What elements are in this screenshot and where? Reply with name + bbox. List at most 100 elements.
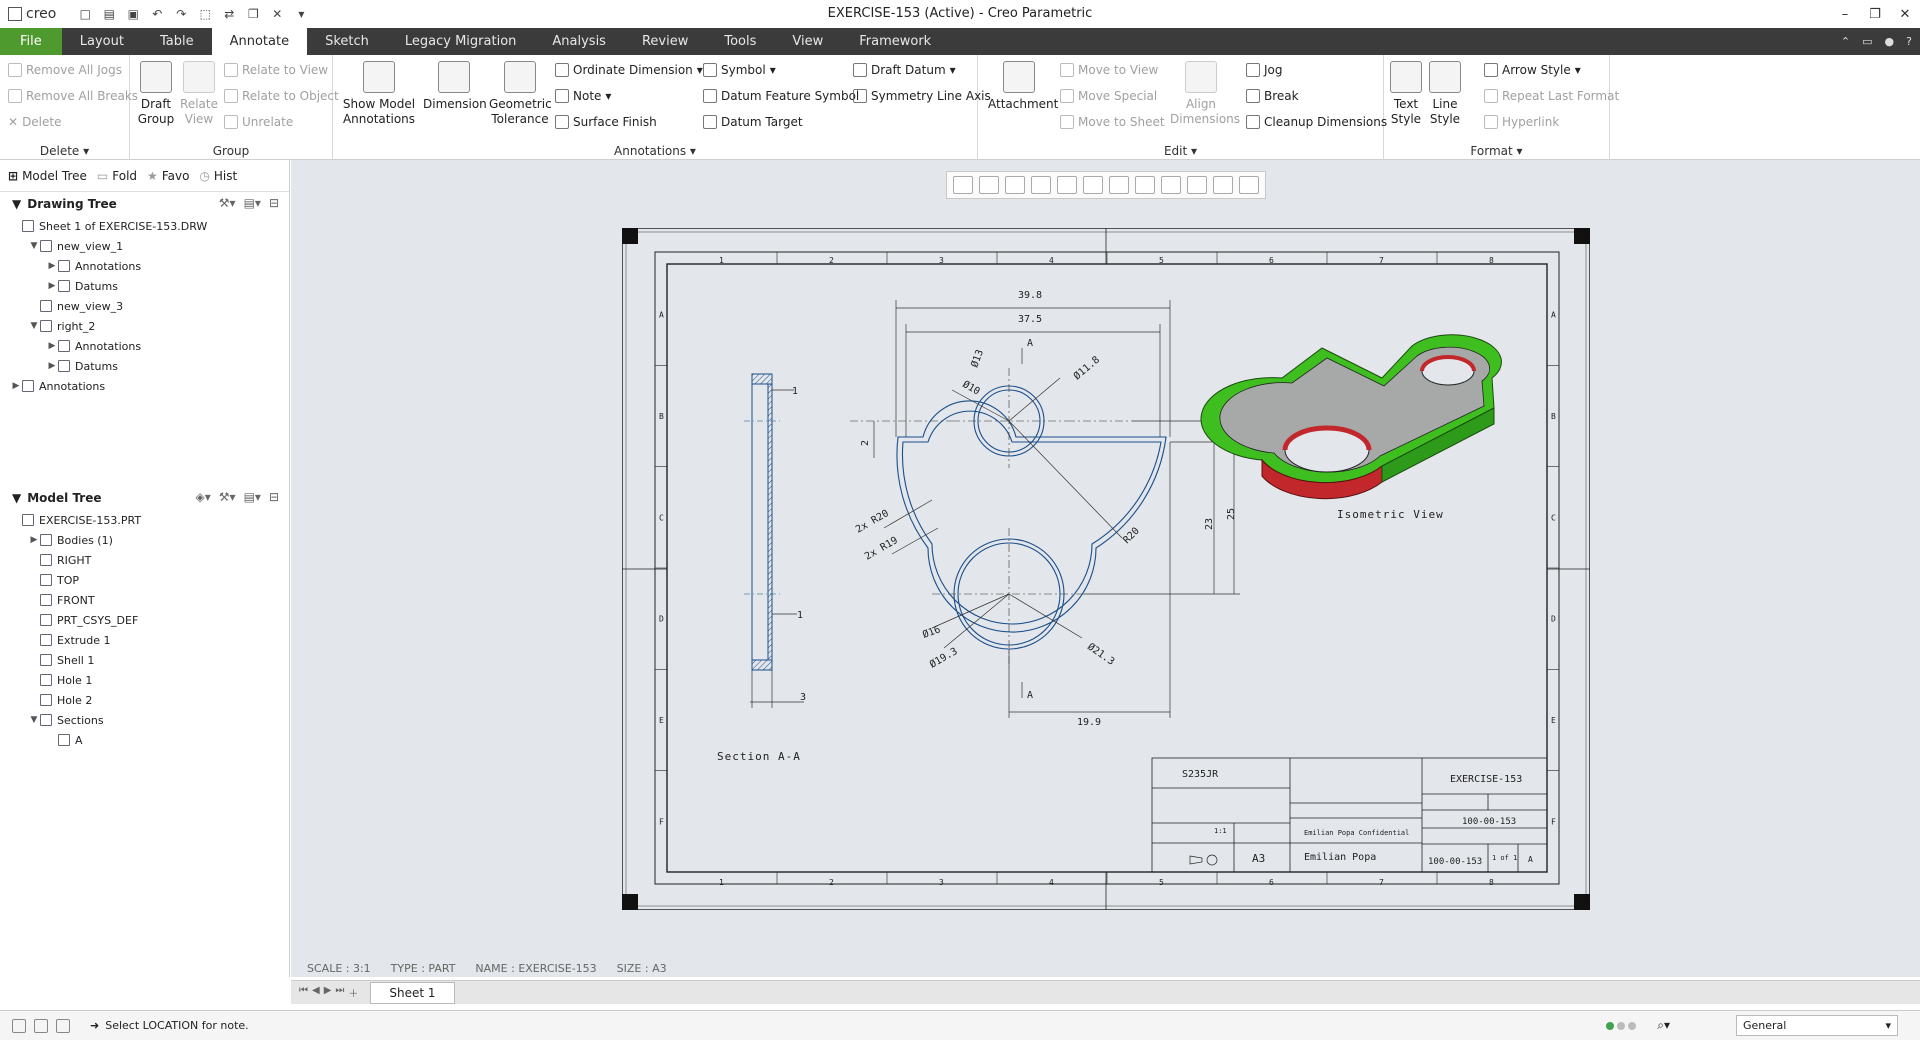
tree-node[interactable]: EXERCISE-153.PRT bbox=[0, 510, 289, 530]
section-arrow-label[interactable]: A bbox=[1027, 338, 1033, 349]
text-style-button[interactable]: Text Style bbox=[1388, 61, 1424, 127]
tab-sketch[interactable]: Sketch bbox=[307, 28, 387, 55]
edit-group-label[interactable]: Edit ▾ bbox=[978, 144, 1383, 158]
zoom-out-icon[interactable] bbox=[1005, 176, 1025, 194]
tree-node[interactable]: ▶ Annotations bbox=[0, 256, 289, 276]
dim-1b[interactable]: 1 bbox=[797, 610, 803, 621]
browser-toggle-icon[interactable] bbox=[34, 1018, 48, 1033]
redo-icon[interactable]: ↷ bbox=[170, 5, 192, 23]
tb-confidential[interactable]: Emilian Popa Confidential bbox=[1304, 829, 1409, 837]
tree-node[interactable]: Hole 2 bbox=[0, 690, 289, 710]
dim-23[interactable]: 23 bbox=[1204, 518, 1215, 530]
section-label[interactable]: Section A-A bbox=[717, 750, 801, 763]
relate-to-view-button[interactable]: Relate to View bbox=[224, 63, 328, 77]
tab-framework[interactable]: Framework bbox=[841, 28, 949, 55]
annotation-display-icon[interactable] bbox=[1161, 176, 1181, 194]
display-style-icon[interactable] bbox=[1057, 176, 1077, 194]
tree-node[interactable]: ▼ right_2 bbox=[0, 316, 289, 336]
tree-node[interactable]: ▶ Datums bbox=[0, 356, 289, 376]
minimize-icon[interactable]: – bbox=[1830, 0, 1860, 28]
tb-sheet[interactable]: 1 of 1 bbox=[1492, 854, 1517, 862]
ribbon-options-icon[interactable]: ▭ bbox=[1862, 35, 1872, 48]
expand-toggle-icon[interactable]: ▶ bbox=[28, 535, 40, 545]
help-icon[interactable]: ? bbox=[1906, 35, 1912, 48]
drawing-sheet[interactable]: 1122334455667788A AB BC CD DE EF F 1 1 3 Secti… bbox=[622, 228, 1590, 910]
tb-description[interactable]: EXERCISE-153 bbox=[1450, 774, 1522, 785]
sheet-tab[interactable]: Sheet 1 bbox=[370, 981, 455, 1004]
save-icon[interactable]: ▣ bbox=[122, 5, 144, 23]
tree-node[interactable]: TOP bbox=[0, 570, 289, 590]
saved-orientations-icon[interactable] bbox=[1083, 176, 1103, 194]
dim-1a[interactable]: 1 bbox=[792, 386, 798, 397]
tree-node[interactable]: ▶ Bodies (1) bbox=[0, 530, 289, 550]
line-style-button[interactable]: Line Style bbox=[1426, 61, 1464, 127]
tb-company[interactable]: Emilian Popa bbox=[1304, 852, 1376, 863]
tree-node[interactable]: ▶ Annotations bbox=[0, 336, 289, 356]
find-icon[interactable]: ⌕▾ bbox=[1657, 1018, 1670, 1033]
relate-to-object-button[interactable]: Relate to Object bbox=[224, 89, 339, 103]
tree-node[interactable]: A bbox=[0, 730, 289, 750]
expand-toggle-icon[interactable]: ▶ bbox=[10, 381, 22, 391]
windows-icon[interactable]: ❐ bbox=[242, 5, 264, 23]
expand-toggle-icon[interactable]: ▼ bbox=[28, 715, 40, 725]
expand-toggle-icon[interactable]: ▶ bbox=[46, 261, 58, 271]
tab-annotate[interactable]: Annotate bbox=[211, 28, 308, 55]
tree-node[interactable]: new_view_3 bbox=[0, 296, 289, 316]
navigator-toggle-icon[interactable] bbox=[12, 1018, 26, 1033]
move-to-view-button[interactable]: Move to View bbox=[1060, 63, 1158, 77]
zoom-in-icon[interactable] bbox=[979, 176, 999, 194]
repeat-last-format-button[interactable]: Repeat Last Format bbox=[1484, 89, 1619, 103]
tree-settings-icon[interactable]: ⚒▾ bbox=[219, 490, 236, 504]
dim-2[interactable]: 2 bbox=[860, 440, 871, 446]
expand-toggle-icon[interactable]: ▶ bbox=[46, 281, 58, 291]
symbol-button[interactable]: Symbol ▾ bbox=[703, 63, 776, 77]
tree-node[interactable]: Extrude 1 bbox=[0, 630, 289, 650]
dim-19-9[interactable]: 19.9 bbox=[1077, 717, 1101, 728]
maximize-icon[interactable]: ❐ bbox=[1860, 0, 1890, 28]
regenerate-icon[interactable]: ⇄ bbox=[218, 5, 240, 23]
tab-tools[interactable]: Tools bbox=[706, 28, 774, 55]
tab-model-tree[interactable]: ⊞ Model Tree bbox=[8, 169, 87, 183]
customize-qat-icon[interactable]: ▾ bbox=[290, 5, 312, 23]
jog-button[interactable]: Jog bbox=[1246, 63, 1283, 77]
dim-3[interactable]: 3 bbox=[800, 692, 806, 703]
repaint-icon[interactable] bbox=[1031, 176, 1051, 194]
format-group-label[interactable]: Format ▾ bbox=[1384, 144, 1609, 158]
new-file-icon[interactable]: □ bbox=[74, 5, 96, 23]
tb-part-number[interactable]: 100-00-153 bbox=[1462, 817, 1516, 827]
refit-icon[interactable] bbox=[953, 176, 973, 194]
point-display-icon[interactable] bbox=[1239, 176, 1259, 194]
tab-layout[interactable]: Layout bbox=[62, 28, 142, 55]
arrow-style-button[interactable]: Arrow Style ▾ bbox=[1484, 63, 1581, 77]
model-tree-header[interactable]: ▼ Model Tree ◈▾ ⚒▾ ▤▾ ⊟ bbox=[0, 486, 289, 510]
close-icon[interactable]: ✕ bbox=[1890, 0, 1920, 28]
remove-all-breaks-button[interactable]: Remove All Breaks bbox=[8, 89, 138, 103]
tree-filter-icon[interactable]: ⊟ bbox=[269, 196, 279, 210]
expand-toggle-icon[interactable]: ▶ bbox=[46, 361, 58, 371]
dim-37-5[interactable]: 37.5 bbox=[1018, 314, 1042, 325]
expand-toggle-icon[interactable]: ▼ bbox=[28, 241, 40, 251]
tb-revision[interactable]: A bbox=[1528, 855, 1533, 864]
first-sheet-icon[interactable]: ⏮ bbox=[299, 985, 308, 1000]
tree-node[interactable]: PRT_CSYS_DEF bbox=[0, 610, 289, 630]
next-sheet-icon[interactable]: ▶ bbox=[324, 985, 332, 1000]
view-manager-icon[interactable] bbox=[1109, 176, 1129, 194]
draft-group-button[interactable]: Draft Group bbox=[136, 61, 176, 127]
full-screen-icon[interactable] bbox=[56, 1018, 70, 1033]
attachment-button[interactable]: Attachment bbox=[988, 61, 1058, 112]
tree-filter-icon[interactable]: ⊟ bbox=[269, 490, 279, 504]
unrelate-button[interactable]: Unrelate bbox=[224, 115, 293, 129]
tab-analysis[interactable]: Analysis bbox=[534, 28, 624, 55]
section-arrow-label[interactable]: A bbox=[1027, 690, 1033, 701]
dimension-button[interactable]: Dimension bbox=[423, 61, 487, 112]
tab-history[interactable]: ◷ Hist bbox=[199, 169, 237, 183]
tree-node[interactable]: ▼ new_view_1 bbox=[0, 236, 289, 256]
prev-sheet-icon[interactable]: ◀ bbox=[312, 985, 320, 1000]
expand-toggle-icon[interactable]: ▼ bbox=[28, 321, 40, 331]
symmetry-line-axis-button[interactable]: Symmetry Line Axis bbox=[853, 89, 991, 103]
tb-size[interactable]: A3 bbox=[1252, 852, 1265, 865]
user-icon[interactable]: ● bbox=[1885, 35, 1895, 48]
tab-review[interactable]: Review bbox=[624, 28, 706, 55]
remove-all-jogs-button[interactable]: Remove All Jogs bbox=[8, 63, 122, 77]
undo-icon[interactable]: ↶ bbox=[146, 5, 168, 23]
